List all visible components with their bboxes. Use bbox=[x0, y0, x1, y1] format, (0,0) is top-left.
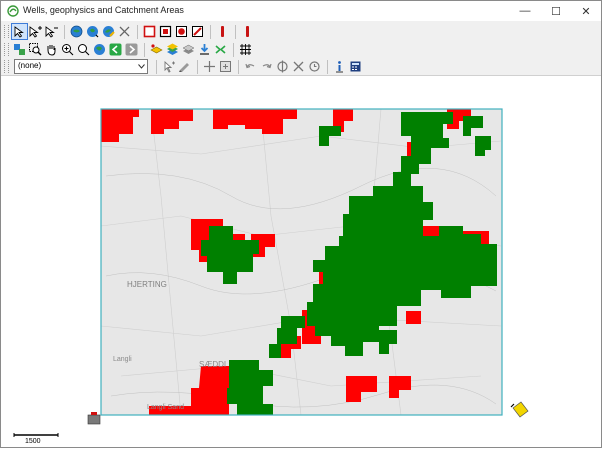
select-remove-icon[interactable] bbox=[44, 24, 59, 39]
toolbar-separator bbox=[156, 59, 157, 74]
place-label-langli: Langli bbox=[113, 356, 132, 363]
download-icon[interactable] bbox=[197, 42, 212, 57]
target-icon[interactable] bbox=[275, 59, 290, 74]
globe-icon[interactable] bbox=[92, 42, 107, 57]
toolbar-row-1 bbox=[1, 23, 256, 40]
chevron-down-icon[interactable] bbox=[136, 60, 147, 73]
redo-icon[interactable] bbox=[259, 59, 274, 74]
select-arrow-icon[interactable] bbox=[11, 23, 28, 40]
layer-move-icon[interactable] bbox=[181, 42, 196, 57]
pan-hand-icon[interactable] bbox=[44, 42, 59, 57]
place-label-hjerting: HJERTING bbox=[127, 280, 167, 289]
combo-value: (none) bbox=[18, 61, 42, 70]
app-icon bbox=[7, 5, 19, 17]
calculator-icon[interactable] bbox=[348, 59, 363, 74]
identify-icon[interactable] bbox=[69, 24, 84, 39]
toolbar-grip[interactable] bbox=[4, 25, 9, 38]
refresh-icon[interactable] bbox=[85, 24, 100, 39]
close-button[interactable]: ✕ bbox=[571, 1, 601, 21]
zoom-in-icon[interactable] bbox=[60, 42, 75, 57]
toolbar-separator bbox=[144, 42, 145, 57]
toolbar-separator bbox=[64, 24, 65, 39]
toolbar-grip[interactable] bbox=[4, 43, 9, 56]
merge-icon[interactable] bbox=[213, 42, 228, 57]
red-bar-2-icon[interactable] bbox=[240, 24, 255, 39]
map-svg[interactable]: HJERTING Langli SÆDDI Langli Sand bbox=[1, 76, 601, 447]
toolbar-row-2 bbox=[1, 41, 254, 58]
toolbar-row-3: (none) bbox=[1, 58, 364, 75]
scale-bar-label: 1500 bbox=[25, 438, 41, 445]
undo-icon[interactable] bbox=[243, 59, 258, 74]
toolbar-grip[interactable] bbox=[4, 60, 9, 73]
toolbar-separator bbox=[197, 59, 198, 74]
edit-icon[interactable] bbox=[101, 24, 116, 39]
layer-yellow-icon[interactable] bbox=[149, 42, 164, 57]
layers-icon[interactable] bbox=[12, 42, 27, 57]
well-marker-icon[interactable] bbox=[87, 412, 101, 425]
info-icon[interactable] bbox=[332, 59, 347, 74]
toolbar-separator bbox=[327, 59, 328, 74]
back-icon[interactable] bbox=[108, 42, 123, 57]
forward-icon[interactable] bbox=[124, 42, 139, 57]
toolbar-separator bbox=[235, 24, 236, 39]
toolbar-separator bbox=[137, 24, 138, 39]
crosshair-icon[interactable] bbox=[202, 59, 217, 74]
toolbar-separator bbox=[210, 24, 211, 39]
toolbar-area: (none) bbox=[1, 21, 601, 76]
title-bar: Wells, geophysics and Catchment Areas — … bbox=[1, 1, 601, 21]
place-label-saeddi: SÆDDI bbox=[199, 360, 226, 369]
layer-stack-icon[interactable] bbox=[165, 42, 180, 57]
no-entry-icon[interactable] bbox=[190, 24, 205, 39]
draw-icon[interactable] bbox=[177, 59, 192, 74]
toolbar-separator bbox=[238, 59, 239, 74]
rect-dark-icon[interactable] bbox=[158, 24, 173, 39]
select-add-icon[interactable] bbox=[28, 24, 43, 39]
snap-icon[interactable] bbox=[218, 59, 233, 74]
window-title: Wells, geophysics and Catchment Areas bbox=[23, 5, 184, 15]
history-icon[interactable] bbox=[307, 59, 322, 74]
red-bar-icon[interactable] bbox=[215, 24, 230, 39]
toolbar-separator bbox=[233, 42, 234, 57]
grid-icon[interactable] bbox=[238, 42, 253, 57]
cancel-icon[interactable] bbox=[291, 59, 306, 74]
rect-red-icon[interactable] bbox=[142, 24, 157, 39]
eraser-marker-icon[interactable] bbox=[510, 401, 529, 418]
maximize-button[interactable]: ☐ bbox=[541, 1, 571, 21]
zoom-window-icon[interactable] bbox=[28, 42, 43, 57]
map-frame: HJERTING Langli SÆDDI Langli Sand bbox=[100, 108, 503, 416]
place-label-langli-sand: Langli Sand bbox=[147, 404, 184, 411]
delete-icon[interactable] bbox=[117, 24, 132, 39]
minimize-button[interactable]: — bbox=[510, 1, 540, 21]
pointer-icon[interactable] bbox=[161, 59, 176, 74]
layer-select-combo[interactable]: (none) bbox=[14, 59, 148, 74]
map-canvas[interactable]: HJERTING Langli SÆDDI Langli Sand bbox=[1, 76, 601, 447]
zoom-out-icon[interactable] bbox=[76, 42, 91, 57]
circle-red-icon[interactable] bbox=[174, 24, 189, 39]
app-window: Wells, geophysics and Catchment Areas — … bbox=[0, 0, 602, 448]
